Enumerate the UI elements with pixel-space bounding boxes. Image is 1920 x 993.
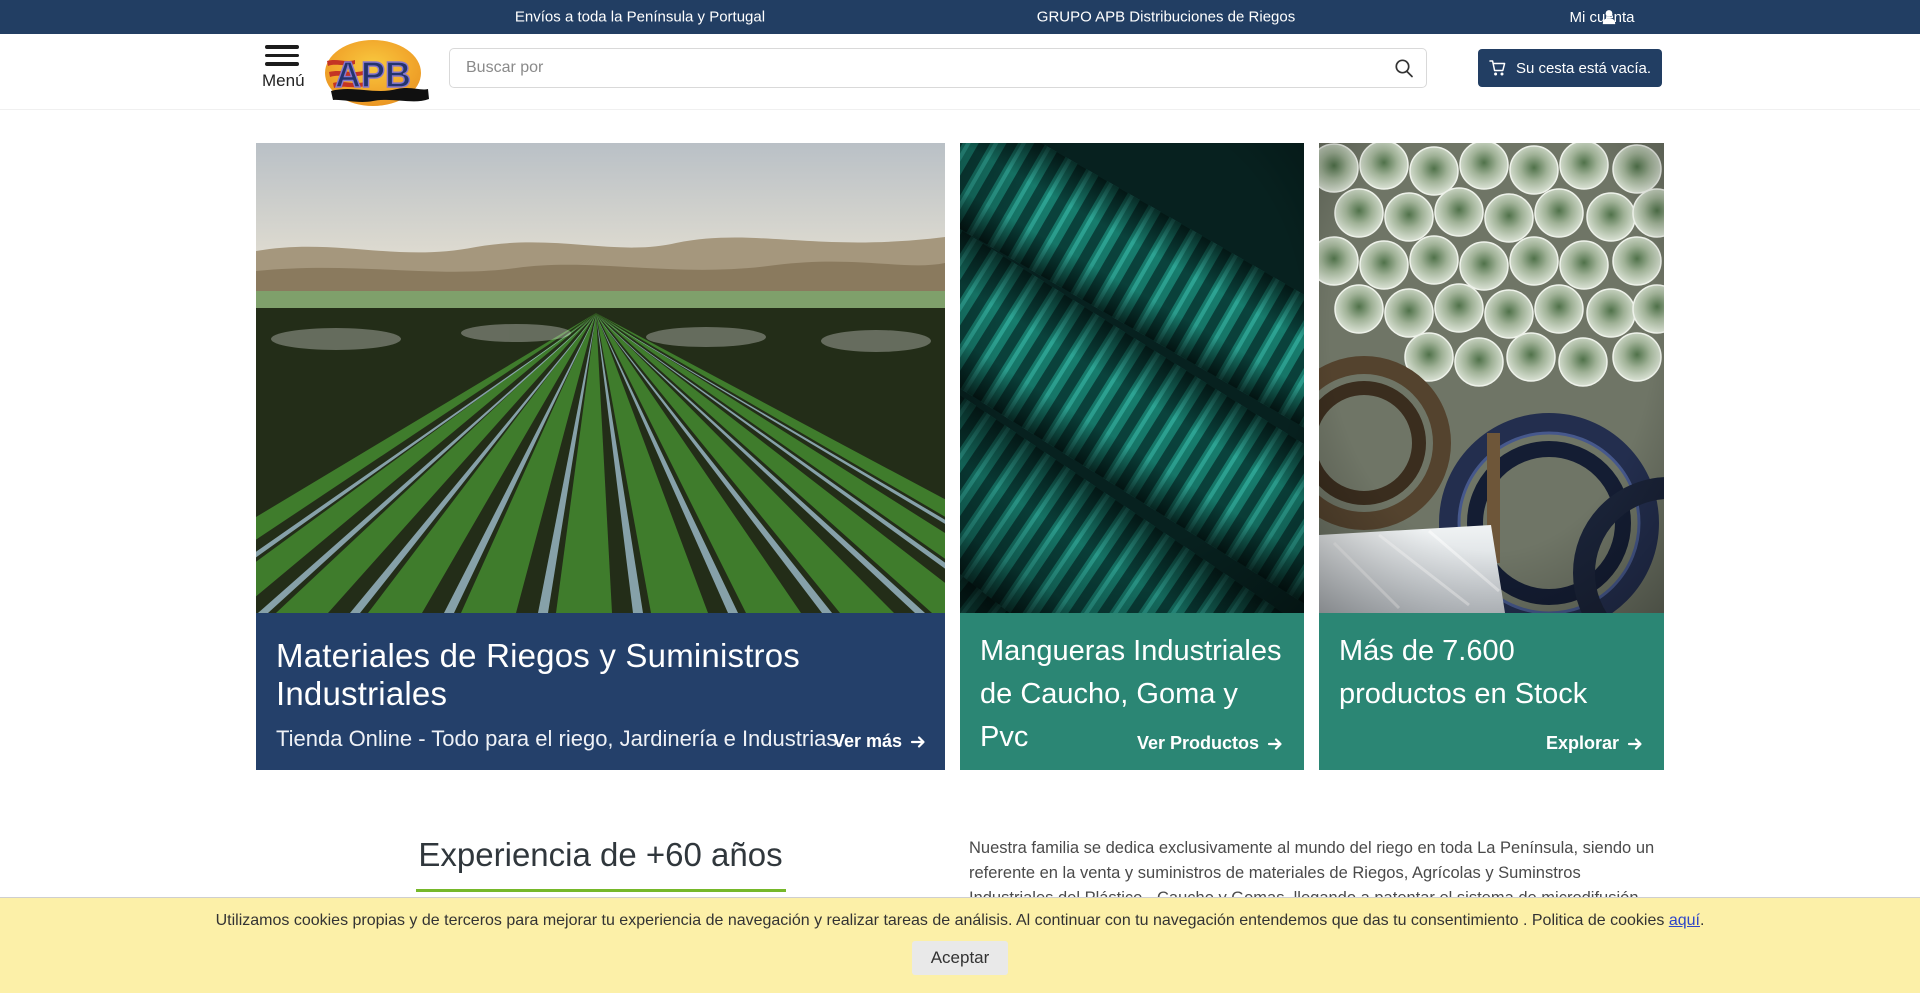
arrow-right-icon xyxy=(1627,736,1644,752)
explorar-link[interactable]: Explorar xyxy=(1546,733,1644,754)
ver-productos-label: Ver Productos xyxy=(1137,733,1259,754)
hero-title: Más de 7.600 productos en Stock xyxy=(1339,613,1644,716)
top-info-bar: Envíos a toda la Península y Portugal GR… xyxy=(0,0,1920,34)
apb-logo[interactable]: APB xyxy=(323,39,429,112)
shipping-notice: Envíos a toda la Península y Portugal xyxy=(515,9,765,26)
hero-card-mangueras[interactable]: Mangueras Industriales de Caucho, Goma y… xyxy=(960,143,1304,770)
arrow-right-icon xyxy=(1267,736,1284,752)
my-account-label: Mi cuenta xyxy=(1569,9,1634,26)
hero-panel-stock: Más de 7.600 productos en Stock Explorar xyxy=(1319,613,1664,770)
site-header: Menú APB xyxy=(0,34,1920,110)
cookie-banner: Utilizamos cookies propias y de terceros… xyxy=(0,897,1920,993)
apb-logo-image: APB xyxy=(323,39,429,107)
hero-image-warehouse[interactable] xyxy=(1319,143,1664,613)
search-bar xyxy=(449,48,1427,88)
ver-productos-link[interactable]: Ver Productos xyxy=(1137,733,1284,754)
hero-subtitle: Tienda Online - Todo para el riego, Jard… xyxy=(276,726,925,752)
my-account-link[interactable]: Mi cuenta xyxy=(1602,10,1616,25)
hero-card-stock[interactable]: Más de 7.600 productos en Stock Explorar xyxy=(1319,143,1664,770)
menu-label: Menú xyxy=(262,71,302,91)
about-heading: Experiencia de +60 años xyxy=(256,836,945,874)
hero-title: Materiales de Riegos y Suministros Indus… xyxy=(276,613,925,713)
cookie-message-suffix: . xyxy=(1700,912,1704,929)
ver-mas-label: Ver más xyxy=(833,731,902,752)
hero-image-field[interactable] xyxy=(256,143,945,613)
ver-mas-link[interactable]: Ver más xyxy=(833,731,927,752)
hero-panel-mangueras: Mangueras Industriales de Caucho, Goma y… xyxy=(960,613,1304,770)
menu-button[interactable]: Menú xyxy=(262,45,302,91)
arrow-right-icon xyxy=(910,734,927,750)
cookie-policy-link[interactable]: aquí xyxy=(1669,912,1700,929)
explorar-label: Explorar xyxy=(1546,733,1619,754)
hero-card-materiales[interactable]: Materiales de Riegos y Suministros Indus… xyxy=(256,143,945,770)
green-underline xyxy=(416,889,786,892)
hero-image-hoses[interactable] xyxy=(960,143,1304,613)
cookie-accept-button[interactable]: Aceptar xyxy=(912,941,1009,975)
hero-panel-materiales: Materiales de Riegos y Suministros Indus… xyxy=(256,613,945,770)
apb-logo-text: APB xyxy=(335,54,411,95)
cookie-message: Utilizamos cookies propias y de terceros… xyxy=(0,912,1920,930)
hamburger-icon xyxy=(265,45,299,66)
cookie-message-text: Utilizamos cookies propias y de terceros… xyxy=(216,912,1669,929)
group-brand-link[interactable]: GRUPO APB Distribuciones de Riegos xyxy=(1037,9,1295,26)
cart-button[interactable]: Su cesta está vacía. xyxy=(1478,49,1662,87)
search-input[interactable] xyxy=(449,48,1427,88)
search-icon[interactable] xyxy=(1394,58,1414,78)
hero-banner-row: Materiales de Riegos y Suministros Indus… xyxy=(256,143,1664,770)
cart-icon xyxy=(1489,59,1507,77)
cart-label: Su cesta está vacía. xyxy=(1516,60,1651,77)
